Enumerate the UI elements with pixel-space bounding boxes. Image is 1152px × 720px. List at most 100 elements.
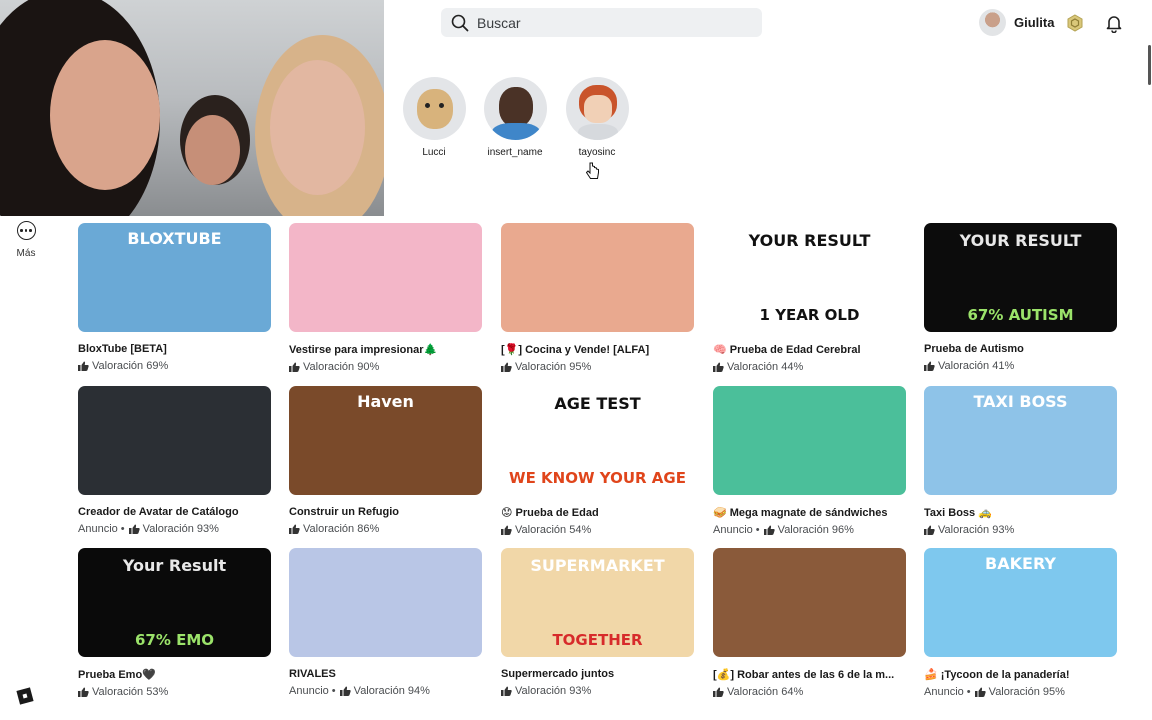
game-rating: Valoración 94%	[353, 685, 430, 697]
friend-lucci[interactable]: Lucci	[393, 77, 475, 158]
ad-label: Anuncio •	[924, 686, 971, 698]
game-thumbnail[interactable]	[78, 386, 271, 495]
game-thumbnail[interactable]	[713, 386, 906, 495]
friend-name: tayosinc	[578, 147, 616, 158]
thumbs-up-icon	[713, 687, 724, 697]
game-meta: Anuncio • Valoración 96%	[713, 524, 906, 536]
game-title[interactable]: Construir un Refugio	[289, 506, 482, 518]
game-thumbnail[interactable]: BLOXTUBE	[78, 223, 271, 332]
robux-icon[interactable]	[1066, 14, 1084, 32]
thumbs-up-icon	[289, 524, 300, 534]
game-meta: Valoración 90%	[289, 361, 482, 373]
game-title[interactable]: Vestirse para impresionar🌲	[289, 343, 482, 356]
game-rating: Valoración 44%	[727, 361, 804, 373]
game-rating: Valoración 41%	[938, 360, 1015, 372]
game-title[interactable]: 🍰 ¡Tycoon de la panadería!	[924, 668, 1117, 681]
game-thumbnail[interactable]: YOUR RESULT 1 YEAR OLD	[713, 223, 906, 332]
game-rating: Valoración 90%	[303, 361, 380, 373]
game-rating: Valoración 53%	[92, 686, 169, 698]
game-thumbnail[interactable]	[501, 223, 694, 332]
thumbnail-caption: TAXI BOSS	[973, 392, 1068, 411]
bell-icon[interactable]	[1104, 13, 1124, 33]
thumbnail-caption-secondary: 67% EMO	[134, 631, 215, 649]
game-card[interactable]: Vestirse para impresionar🌲 Valoración 90%	[289, 223, 482, 373]
game-meta: Anuncio • Valoración 95%	[924, 686, 1117, 698]
friend-insert-name[interactable]: insert_name	[474, 77, 556, 158]
game-title[interactable]: 😟 Prueba de Edad	[501, 506, 694, 519]
game-title[interactable]: 🥪 Mega magnate de sándwiches	[713, 506, 906, 519]
game-card[interactable]: AGE TEST WE KNOW YOUR AGE 😟 Prueba de Edad…	[501, 386, 694, 536]
game-rating: Valoración 95%	[515, 361, 592, 373]
game-rating: Valoración 64%	[727, 686, 804, 698]
thumbs-up-icon	[974, 687, 986, 697]
game-card[interactable]: Creador de Avatar de Catálogo Anuncio • Va…	[78, 386, 271, 535]
friend-tayosinc[interactable]: tayosinc	[556, 77, 638, 158]
search-bar[interactable]: Buscar	[441, 8, 762, 37]
game-thumbnail[interactable]: SUPERMARKET TOGETHER	[501, 548, 694, 657]
friend-avatar	[402, 77, 466, 140]
game-card[interactable]: Your Result 67% EMO Prueba Emo🖤 Valoración …	[78, 548, 271, 698]
game-thumbnail[interactable]: TAXI BOSS	[924, 386, 1117, 495]
game-card[interactable]: BLOXTUBE BloxTube [BETA] Valoración 69%	[78, 223, 271, 372]
game-meta: Anuncio • Valoración 94%	[289, 685, 482, 697]
more-icon	[16, 221, 36, 240]
friend-avatar	[565, 77, 629, 140]
game-thumbnail[interactable]	[713, 548, 906, 657]
thumbnail-caption: AGE TEST	[554, 394, 641, 413]
game-card[interactable]: [💰] Robar antes de las 6 de la m... Valor…	[713, 548, 906, 698]
user-profile[interactable]: Giulita	[979, 9, 1054, 36]
game-thumbnail[interactable]	[289, 223, 482, 332]
game-rating: Valoración 93%	[515, 685, 592, 697]
game-thumbnail[interactable]: YOUR RESULT 67% AUTISM	[924, 223, 1117, 332]
game-rating: Valoración 54%	[515, 524, 592, 536]
game-title[interactable]: Taxi Boss 🚕	[924, 506, 1117, 519]
game-card[interactable]: [🌹] Cocina y Vende! [ALFA] Valoración 95%	[501, 223, 694, 373]
ad-label: Anuncio •	[713, 524, 760, 536]
game-card[interactable]: RIVALES Anuncio • Valoración 94%	[289, 548, 482, 697]
thumbnail-caption: BAKERY	[985, 554, 1056, 573]
game-meta: Anuncio • Valoración 93%	[78, 523, 271, 535]
game-meta: Valoración 93%	[924, 524, 1117, 536]
game-title[interactable]: Prueba de Autismo	[924, 343, 1117, 355]
game-card[interactable]: TAXI BOSS Taxi Boss 🚕 Valoración 93%	[924, 386, 1117, 536]
thumbnail-caption: SUPERMARKET	[530, 556, 665, 575]
more-button[interactable]: Más	[14, 221, 38, 259]
game-thumbnail[interactable]: Haven	[289, 386, 482, 495]
search-placeholder: Buscar	[477, 14, 521, 31]
webcam-overlay	[0, 0, 384, 216]
thumbnail-caption-secondary: 1 YEAR OLD	[759, 306, 860, 324]
game-title[interactable]: [🌹] Cocina y Vende! [ALFA]	[501, 343, 694, 356]
game-thumbnail[interactable]: BAKERY	[924, 548, 1117, 657]
thumbnail-caption: YOUR RESULT	[748, 231, 871, 250]
thumbs-up-icon	[289, 362, 300, 372]
game-card[interactable]: YOUR RESULT 1 YEAR OLD 🧠 Prueba de Edad Ce…	[713, 223, 906, 373]
game-meta: Valoración 64%	[713, 686, 906, 698]
game-card[interactable]: YOUR RESULT 67% AUTISM Prueba de Autismo Va…	[924, 223, 1117, 372]
game-title[interactable]: BloxTube [BETA]	[78, 343, 271, 355]
thumbs-up-icon	[501, 525, 512, 535]
game-rating: Valoración 96%	[777, 524, 854, 536]
game-thumbnail[interactable]	[289, 548, 482, 657]
game-thumbnail[interactable]: AGE TEST WE KNOW YOUR AGE	[501, 386, 694, 495]
game-title[interactable]: RIVALES	[289, 668, 482, 680]
game-card[interactable]: SUPERMARKET TOGETHER Supermercado juntos Va…	[501, 548, 694, 697]
thumbs-up-icon	[713, 362, 724, 372]
game-card[interactable]: BAKERY 🍰 ¡Tycoon de la panadería! Anuncio …	[924, 548, 1117, 698]
game-title[interactable]: Prueba Emo🖤	[78, 668, 271, 681]
thumbnail-caption: Your Result	[122, 556, 227, 575]
roblox-logo-icon[interactable]	[16, 687, 34, 705]
game-title[interactable]: 🧠 Prueba de Edad Cerebral	[713, 343, 906, 356]
game-rating: Valoración 93%	[938, 524, 1015, 536]
game-title[interactable]: [💰] Robar antes de las 6 de la m...	[713, 668, 906, 681]
game-rating: Valoración 69%	[92, 360, 169, 372]
game-title[interactable]: Creador de Avatar de Catálogo	[78, 506, 271, 518]
game-thumbnail[interactable]: Your Result 67% EMO	[78, 548, 271, 657]
game-card[interactable]: 🥪 Mega magnate de sándwiches Anuncio • Val…	[713, 386, 906, 536]
thumbs-up-icon	[128, 524, 140, 534]
thumbnail-caption-secondary: TOGETHER	[552, 631, 643, 649]
game-title[interactable]: Supermercado juntos	[501, 668, 694, 680]
thumbnail-caption: BLOXTUBE	[127, 229, 222, 248]
game-card[interactable]: Haven Construir un Refugio Valoración 86%	[289, 386, 482, 535]
scrollbar[interactable]	[1148, 45, 1151, 85]
thumbnail-caption-secondary: WE KNOW YOUR AGE	[509, 469, 686, 487]
